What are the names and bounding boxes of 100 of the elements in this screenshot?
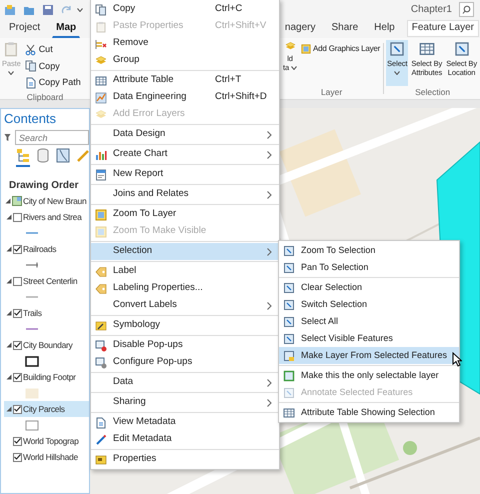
report-icon	[95, 168, 107, 180]
selection-icon	[283, 350, 295, 362]
chart-icon	[95, 92, 107, 104]
menu-item[interactable]: Copy Ctrl+C	[91, 1, 279, 18]
selection-icon	[283, 298, 295, 310]
ribbon-button[interactable]: Copy	[24, 58, 82, 74]
menu-item[interactable]: Attribute Table Showing Selection	[279, 404, 459, 421]
selection-icon	[283, 370, 295, 382]
group-label: Layer	[320, 86, 344, 99]
ribbon-button[interactable]: Add Graphics Layer	[300, 42, 382, 56]
layer-row[interactable]: Railroads	[4, 241, 89, 257]
layer-name: World Hillshade	[23, 451, 78, 463]
frame-icon	[301, 44, 312, 54]
popup-icon	[95, 340, 107, 352]
ribbon-tab[interactable]: Project	[5, 20, 44, 37]
menu-item[interactable]: Symbology	[91, 317, 279, 334]
menu-item[interactable]: Convert Labels	[91, 297, 279, 314]
layer-row[interactable]: City Boundary	[4, 337, 89, 353]
menu-item[interactable]: Edit Metadata	[91, 431, 279, 448]
menu-item[interactable]: Switch Selection	[279, 296, 459, 313]
selection-icon	[283, 244, 295, 256]
ribbon-button[interactable]: Copy Path	[24, 75, 82, 90]
filter-icon	[4, 133, 11, 142]
menu-item[interactable]: Clear Selection	[279, 279, 459, 296]
layer-name: City Boundary	[23, 339, 72, 351]
layer-row[interactable]: Building Footpr	[4, 369, 89, 385]
checkbox[interactable]	[13, 308, 22, 318]
checkbox[interactable]	[13, 452, 22, 462]
properties-icon	[95, 454, 107, 466]
menu-item[interactable]: Disable Pop-ups	[91, 337, 279, 354]
search-icon	[462, 5, 471, 14]
table-icon	[418, 41, 435, 57]
menu-item[interactable]: View Metadata	[91, 414, 279, 431]
layer-row[interactable]: Trails	[4, 305, 89, 321]
frame-icon	[95, 226, 107, 238]
selection-icon	[283, 332, 295, 344]
layer-row[interactable]: Street Centerlin	[4, 273, 89, 289]
remove-icon	[95, 38, 107, 50]
layer-row[interactable]: World Topograp	[4, 433, 89, 449]
layers-icon	[95, 54, 107, 66]
menu-item[interactable]: Create Chart	[91, 146, 279, 163]
document-icon	[95, 416, 107, 428]
brush-icon	[95, 320, 107, 332]
menu-item[interactable]: Pan To Selection	[279, 259, 459, 276]
checkbox[interactable]	[13, 372, 22, 382]
menu-item[interactable]: Label	[91, 263, 279, 280]
ribbon-tab[interactable]: Help	[370, 20, 399, 37]
popup-icon	[95, 356, 107, 368]
menu-item[interactable]: Make this the only selectable layer	[279, 367, 459, 384]
pencil-icon	[95, 434, 107, 446]
layer-row[interactable]: World Hillshade	[4, 449, 89, 465]
checkbox[interactable]	[13, 436, 22, 446]
menu-item[interactable]: Data Design	[91, 126, 279, 143]
ribbon-tab[interactable]: nagery	[280, 20, 320, 37]
shortcut-text: Ctrl+T	[215, 73, 242, 88]
checkbox[interactable]	[13, 340, 22, 350]
layer-row[interactable]: Rivers and Strea	[4, 209, 89, 225]
menu-item[interactable]: Labeling Properties...	[91, 280, 279, 297]
checkbox[interactable]	[13, 276, 22, 286]
ribbon-button[interactable]: Cut	[24, 42, 82, 58]
search-button[interactable]	[459, 2, 474, 17]
checkbox[interactable]	[13, 212, 22, 222]
menu-item[interactable]: Select Visible Features	[279, 330, 459, 347]
checkbox[interactable]	[13, 244, 22, 254]
ribbon-tab[interactable]: Share	[327, 20, 362, 37]
layers-icon	[95, 108, 107, 120]
menu-item[interactable]: Data	[91, 374, 279, 391]
menu-item[interactable]: Zoom To Selection	[279, 242, 459, 259]
save-icon[interactable]	[42, 4, 54, 16]
menu-item[interactable]: Selection	[91, 243, 279, 260]
selection-icon	[283, 282, 295, 294]
layer-row[interactable]: City Parcels	[4, 401, 89, 417]
checkbox[interactable]	[13, 404, 22, 414]
menu-item[interactable]: Make Layer From Selected Features	[279, 347, 459, 364]
ribbon-tab[interactable]: Feature Layer	[406, 20, 479, 37]
menu-item[interactable]: Attribute Table Ctrl+T	[91, 72, 279, 89]
menu-item[interactable]: Configure Pop-ups	[91, 354, 279, 371]
menu-item[interactable]: Sharing	[91, 394, 279, 411]
document-icon	[24, 76, 37, 89]
menu-item[interactable]: Data Engineering Ctrl+Shift+D	[91, 89, 279, 106]
search-field[interactable]: Search	[15, 130, 89, 145]
menu-item[interactable]: Properties	[91, 451, 279, 468]
menu-item[interactable]: Remove	[91, 35, 279, 52]
view-tab[interactable]	[16, 148, 30, 167]
menu-item[interactable]: Zoom To Layer	[91, 206, 279, 223]
selection-icon	[283, 386, 295, 398]
copy-icon	[95, 4, 107, 16]
pane-title: Contents	[4, 111, 58, 127]
group-label: Clipboard	[26, 90, 64, 104]
section-heading: Drawing Order	[9, 179, 80, 193]
layer-name: World Topograp	[23, 435, 78, 447]
layer-name: Railroads	[23, 243, 56, 255]
map-name: City of New Braun	[23, 195, 86, 207]
menu-item[interactable]: New Report	[91, 166, 279, 183]
layer-name: Rivers and Strea	[23, 211, 82, 223]
dropdown-caret[interactable]	[77, 8, 83, 12]
frame-icon	[95, 208, 107, 220]
menu-item[interactable]: Group	[91, 52, 279, 69]
menu-item[interactable]: Joins and Relates	[91, 186, 279, 203]
menu-item[interactable]: Select All	[279, 313, 459, 330]
